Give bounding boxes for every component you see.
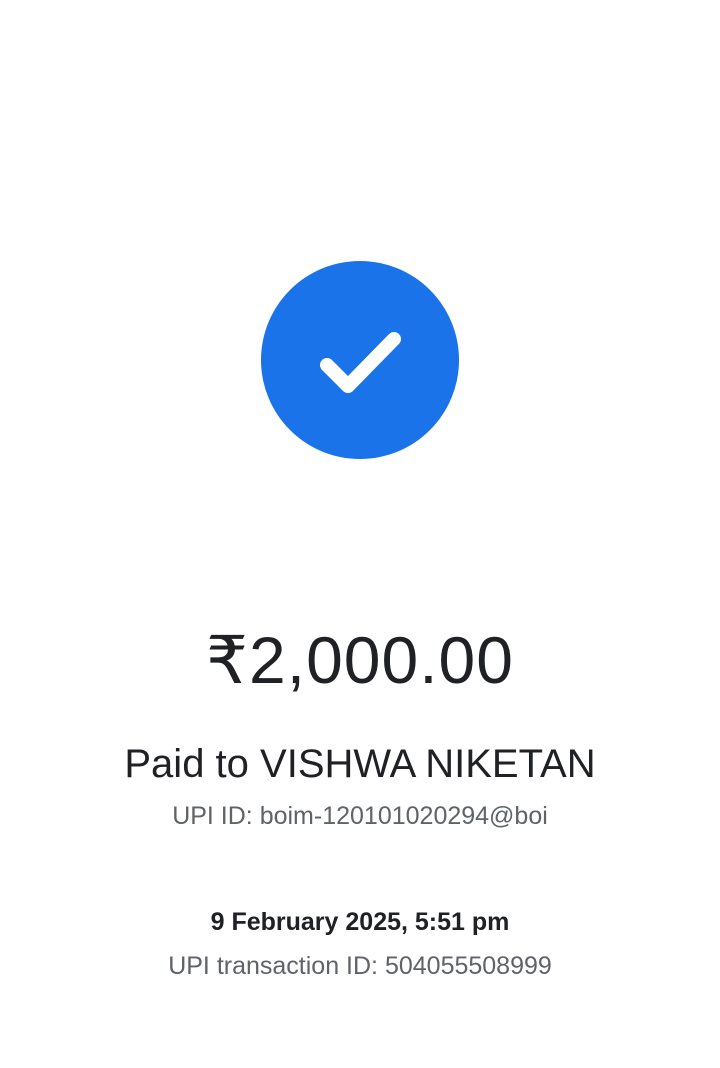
payee-name: Paid to VISHWA NIKETAN	[124, 742, 596, 786]
checkmark-icon	[320, 332, 401, 393]
payee-upi-id: UPI ID: boim-120101020294@boi	[172, 802, 548, 830]
payment-amount: ₹2,000.00	[206, 623, 514, 697]
payment-datetime: 9 February 2025, 5:51 pm	[210, 908, 510, 936]
transaction-id: UPI transaction ID: 504055508999	[168, 952, 552, 980]
success-check-badge	[261, 261, 459, 459]
